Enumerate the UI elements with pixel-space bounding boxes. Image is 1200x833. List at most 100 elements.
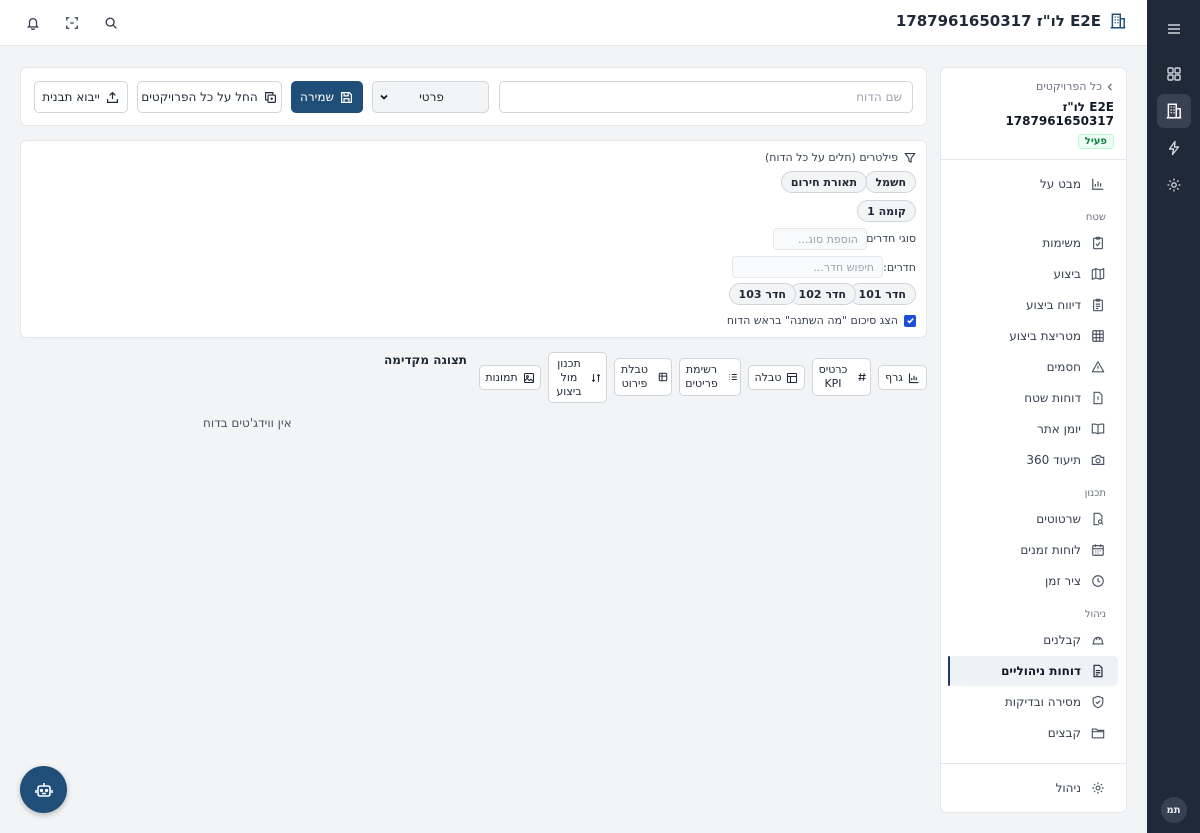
dashboard-icon[interactable] xyxy=(1157,57,1191,91)
swap-icon xyxy=(590,372,602,384)
sidebar-item-label: ניהול xyxy=(1055,781,1081,795)
room-types-label: סוגי חדרים: xyxy=(862,232,917,245)
chevron-right-icon xyxy=(1106,83,1114,91)
add-plan-vs-execution-widget-button[interactable]: תכנון מול ביצוע xyxy=(548,352,607,403)
add-pivot-widget-button[interactable]: טבלת פירוט xyxy=(614,358,672,396)
sidebar-item-label: משימות xyxy=(1042,236,1081,250)
book-icon xyxy=(1090,421,1106,437)
search-icon[interactable] xyxy=(100,12,122,34)
lightning-icon[interactable] xyxy=(1157,131,1191,165)
add-kpi-widget-button[interactable]: כרטיס KPI xyxy=(812,358,871,396)
sidebar-item-timeline[interactable]: ציר זמן xyxy=(949,566,1118,596)
filter-chip-floor-1[interactable]: קומה 1 xyxy=(857,200,916,222)
copy-icon xyxy=(264,90,278,104)
project-sidebar: כל הפרויקטים E2E לו"ז 1787961650317 פעיל… xyxy=(940,67,1127,813)
filters-title-text: פילטרים (חלים על כל הדוח) xyxy=(764,151,898,164)
filters-panel: פילטרים (חלים על כל הדוח) חשמל תאורת חיר… xyxy=(20,140,927,338)
list-icon xyxy=(727,371,739,383)
robot-icon xyxy=(34,780,54,800)
sidebar-item-overview[interactable]: מבט על xyxy=(949,169,1118,199)
sidebar-item-label: ביצוע xyxy=(1053,267,1081,281)
add-photos-widget-button[interactable]: תמונות xyxy=(479,365,541,390)
nav-section-planning: תכנון xyxy=(1084,488,1106,499)
sidebar-item-label: יומן אתר xyxy=(1037,422,1081,436)
gear-icon[interactable] xyxy=(1157,168,1191,202)
widget-label: טבלת פירוט xyxy=(621,363,648,390)
room-chip-103[interactable]: חדר 103 xyxy=(728,283,796,305)
apply-all-label: החל על כל הפרויקטים xyxy=(141,90,258,104)
grid-icon xyxy=(1090,328,1106,344)
filters-title: פילטרים (חלים על כל הדוח) xyxy=(765,151,916,164)
sidebar-item-label: מטריצת ביצוע xyxy=(1009,329,1081,343)
sidebar-item-execution-matrix[interactable]: מטריצת ביצוע xyxy=(949,321,1118,351)
apply-all-projects-button[interactable]: החל על כל הפרויקטים xyxy=(137,81,282,113)
map-icon xyxy=(1090,266,1106,282)
breadcrumb[interactable]: כל הפרויקטים xyxy=(953,80,1114,93)
save-label: שמירה xyxy=(300,90,334,104)
sidebar-item-files[interactable]: קבצים xyxy=(949,718,1118,748)
image-icon xyxy=(523,372,535,384)
report-scope-value: פרטי xyxy=(419,90,444,104)
clipboard-icon xyxy=(1090,235,1106,251)
sidebar-item-management-reports[interactable]: דוחות ניהוליים xyxy=(948,656,1118,686)
sidebar-item-label: שרטוטים xyxy=(1036,512,1081,526)
rooms-label: חדרים: xyxy=(883,261,916,274)
filter-chip-emergency-lighting[interactable]: תאורת חירום xyxy=(780,171,867,193)
bell-icon[interactable] xyxy=(22,12,44,34)
summary-checkbox[interactable] xyxy=(904,314,916,327)
sidebar-item-handover[interactable]: מסירה ובדיקות xyxy=(949,687,1118,717)
room-search-input[interactable] xyxy=(732,256,883,278)
room-chip-102[interactable]: חדר 102 xyxy=(788,283,856,305)
sidebar-item-contractors[interactable]: קבלנים xyxy=(949,625,1118,655)
add-items-list-widget-button[interactable]: רשימת פריטים xyxy=(679,358,741,396)
import-label: ייבוא תבנית xyxy=(42,90,100,104)
building-icon[interactable] xyxy=(1156,94,1191,128)
sidebar-item-drawings[interactable]: שרטוטים xyxy=(949,504,1118,534)
sidebar-item-label: דיווח ביצוע xyxy=(1026,298,1081,312)
preview-title: תצוגה מקדימה xyxy=(384,353,467,367)
sidebar-item-blockers[interactable]: חסמים xyxy=(949,352,1118,382)
warning-icon xyxy=(1090,359,1106,375)
folder-icon xyxy=(1090,725,1106,741)
add-table-widget-button[interactable]: טבלה xyxy=(748,365,805,390)
app-rail: תמ xyxy=(1147,0,1200,833)
header-project-name: E2E לו"ז 1787961650317 xyxy=(895,12,1101,30)
report-toolbar: פרטי שמירה החל על כל הפרויקטים ייבוא תבנ… xyxy=(20,67,927,126)
breadcrumb-all-projects[interactable]: כל הפרויקטים xyxy=(1036,80,1102,93)
widget-label: רשימת פריטים xyxy=(685,363,718,390)
assistant-fab-button[interactable] xyxy=(20,766,67,813)
filter-chip-electricity[interactable]: חשמל xyxy=(865,171,916,193)
add-chart-widget-button[interactable]: גרף xyxy=(878,365,927,390)
sidebar-project-header: כל הפרויקטים E2E לו"ז 1787961650317 פעיל xyxy=(941,68,1126,160)
room-type-input[interactable] xyxy=(773,228,867,250)
import-template-button[interactable]: ייבוא תבנית xyxy=(34,81,128,113)
sidebar-item-360-capture[interactable]: תיעוד 360 xyxy=(949,445,1118,475)
sidebar-item-schedules[interactable]: לוחות זמנים xyxy=(949,535,1118,565)
report-scope-select[interactable]: פרטי xyxy=(372,81,489,113)
bar-chart-icon xyxy=(1090,176,1106,192)
sidebar-nav: מבט על שטח משימות ביצוע דיווח ביצוע מטרי… xyxy=(941,160,1126,748)
sidebar-item-field-reports[interactable]: דוחות שטח xyxy=(949,383,1118,413)
sidebar-item-settings[interactable]: ניהול xyxy=(949,773,1118,803)
menu-icon[interactable] xyxy=(1157,12,1191,46)
sidebar-item-execution[interactable]: ביצוע xyxy=(949,259,1118,289)
sidebar-item-execution-report[interactable]: דיווח ביצוע xyxy=(949,290,1118,320)
calendar-icon xyxy=(1090,542,1106,558)
save-button[interactable]: שמירה xyxy=(291,81,363,113)
widget-label: כרטיס KPI xyxy=(818,363,848,390)
sidebar-item-tasks[interactable]: משימות xyxy=(949,228,1118,258)
clipboard-list-icon xyxy=(1090,297,1106,313)
sidebar-item-label: דוחות ניהוליים xyxy=(1001,664,1081,678)
hash-icon xyxy=(856,371,868,383)
sidebar-item-label: מבט על xyxy=(1039,177,1081,191)
fullscreen-icon[interactable] xyxy=(61,12,83,34)
sidebar-item-label: לוחות זמנים xyxy=(1020,543,1081,557)
bar-chart-icon xyxy=(908,372,920,384)
sidebar-item-site-log[interactable]: יומן אתר xyxy=(949,414,1118,444)
room-chip-101[interactable]: חדר 101 xyxy=(848,283,916,305)
user-avatar[interactable]: תמ xyxy=(1160,797,1187,823)
report-name-input[interactable] xyxy=(499,81,913,113)
sidebar-item-label: ציר זמן xyxy=(1045,574,1081,588)
summary-checkbox-row[interactable]: הצג סיכום "מה השתנה" בראש הדוח xyxy=(727,314,916,327)
sidebar-item-label: דוחות שטח xyxy=(1024,391,1081,405)
